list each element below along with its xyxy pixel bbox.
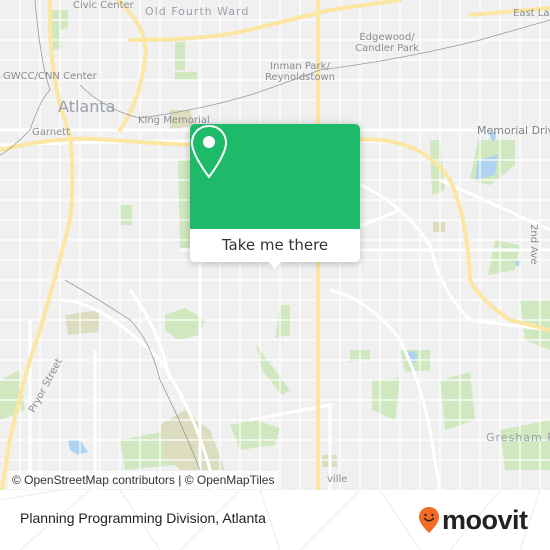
moovit-pin-icon — [419, 507, 439, 533]
label-memorial-drive: Memorial Drive — [477, 124, 550, 137]
label-2nd-ave: 2nd Ave — [528, 224, 539, 265]
label-edgewood: Edgewood/ Candler Park — [347, 33, 427, 54]
label-edgewood-line2: Candler Park — [355, 43, 419, 54]
map-attribution[interactable]: © OpenStreetMap contributors | © OpenMap… — [8, 471, 279, 489]
popup-pointer — [268, 261, 282, 269]
footer: Planning Programming Division, Atlanta m… — [0, 490, 550, 550]
label-inman-line1: Inman Park/ — [270, 61, 330, 72]
label-ville: ville — [327, 474, 348, 485]
location-popup[interactable]: Take me there — [190, 124, 360, 269]
label-inman-line2: Reynoldstown — [265, 72, 335, 83]
label-gresham-park: Gresham Park — [486, 431, 550, 444]
location-pin-icon — [190, 124, 228, 179]
map[interactable]: Civic Center Old Fourth Ward East Lake E… — [0, 0, 550, 490]
label-gwcc: GWCC/CNN Center — [3, 71, 97, 82]
label-garnett: Garnett — [32, 127, 71, 138]
label-edgewood-line1: Edgewood/ — [359, 32, 415, 43]
label-east-lake: East Lake — [513, 8, 550, 19]
label-civic-center: Civic Center — [73, 0, 134, 11]
place-title: Planning Programming Division, Atlanta — [20, 510, 266, 526]
take-me-there-button[interactable]: Take me there — [190, 229, 360, 262]
label-old-fourth-ward: Old Fourth Ward — [145, 5, 250, 18]
label-atlanta: Atlanta — [58, 97, 116, 116]
moovit-logo[interactable]: moovit — [418, 504, 528, 536]
popup-header[interactable] — [190, 124, 360, 229]
moovit-wordmark: moovit — [442, 504, 528, 535]
label-inman-park: Inman Park/ Reynoldstown — [260, 62, 340, 83]
